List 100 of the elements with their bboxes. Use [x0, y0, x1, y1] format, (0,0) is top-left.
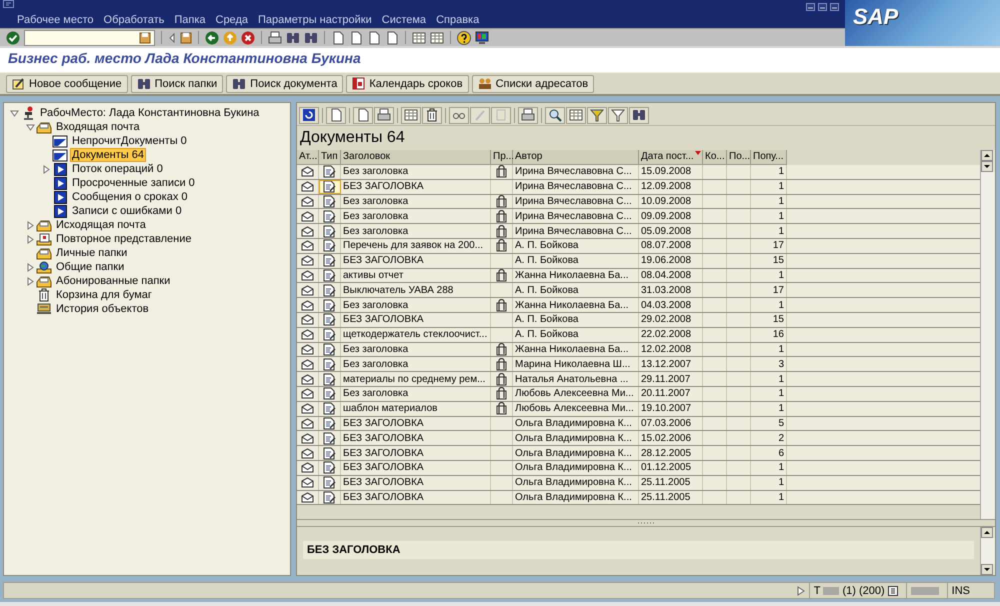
calendar-tray-icon [36, 232, 52, 246]
toolbar-button[interactable] [518, 106, 538, 124]
toolbar-button[interactable] [299, 106, 319, 124]
table-cell: 1 [751, 402, 787, 416]
table-cell: Ирина Вячеславовна С... [513, 209, 639, 224]
toolbar-button[interactable]: Списки адресатов [472, 74, 594, 92]
table-cell: БЕЗ ЗАГОЛОВКА [341, 416, 491, 430]
table-cell: 08.04.2008 [639, 268, 703, 282]
envelope-icon [301, 166, 314, 178]
tree-item[interactable]: Повторное представление [54, 232, 194, 246]
status-field: INS [952, 584, 970, 596]
table-cell: 19.06.2008 [639, 254, 703, 268]
toolbar-button[interactable]: Поиск документа [226, 74, 344, 92]
command-field[interactable] [24, 30, 155, 46]
expand-arrow-icon[interactable] [796, 586, 805, 596]
table-cell: 04.03.2008 [639, 298, 703, 312]
toolbar-button[interactable] [587, 106, 607, 124]
table-cell: 1 [751, 298, 787, 312]
column-header[interactable]: Попу... [751, 150, 787, 165]
envelope-icon [301, 462, 314, 474]
envelope-icon [301, 388, 314, 400]
toolbar-button[interactable] [629, 106, 649, 124]
column-header[interactable]: Дата пост... [639, 150, 703, 165]
tree-item[interactable]: Исходящая почта [54, 218, 148, 232]
toolbar-button[interactable]: Поиск папки [130, 74, 224, 92]
tree-item[interactable]: Личные папки [54, 246, 130, 260]
tree-item[interactable]: Входящая почта [54, 120, 142, 134]
system-menu-icon[interactable] [3, 0, 15, 9]
scroll-down-icon[interactable] [981, 564, 993, 575]
tree-item[interactable]: Общие папки [54, 260, 126, 274]
table-cell: БЕЗ ЗАГОЛОВКА [341, 446, 491, 460]
table-cell: А. П. Бойкова [513, 283, 639, 298]
binoculars-icon [286, 30, 300, 44]
table-cell: Без заголовка [341, 342, 491, 356]
toolbar-button[interactable] [566, 106, 586, 124]
toolbar-button[interactable] [353, 106, 373, 124]
minimize-icon[interactable] [806, 3, 815, 11]
column-header[interactable]: Автор [513, 150, 639, 165]
tree-item[interactable]: Документы 64 [70, 148, 146, 162]
tree-item[interactable]: НепрочитДокументы 0 [70, 134, 189, 148]
toolbar-button[interactable] [449, 106, 469, 124]
menu-item[interactable]: Рабочее место [17, 14, 94, 26]
table-cell: Выключатель УАВА 288 [341, 283, 491, 298]
column-header[interactable]: Ко... [703, 150, 727, 165]
menu-item[interactable]: Обработать [104, 14, 164, 26]
toolbar-button[interactable] [545, 106, 565, 124]
column-header[interactable]: Тип [319, 150, 341, 165]
toolbar-button[interactable]: Новое сообщение [6, 74, 128, 92]
status-field: (1) (200) [842, 584, 885, 596]
table-cell: 16 [751, 328, 787, 342]
calendar-icon [352, 77, 366, 90]
tree-item[interactable]: Просроченные записи 0 [70, 176, 197, 190]
toolbar-button[interactable] [401, 106, 421, 124]
toolbar-button[interactable] [422, 106, 442, 124]
scroll-down-icon[interactable] [981, 161, 993, 172]
tree-item[interactable]: История объектов [54, 302, 151, 316]
table-cell: БЕЗ ЗАГОЛОВКА [341, 476, 491, 490]
table-cell: 15.02.2006 [639, 431, 703, 446]
table-cell: 17 [751, 283, 787, 298]
envelope-icon [301, 300, 314, 311]
menu-item[interactable]: Параметры настройки [258, 14, 372, 26]
document-icon [323, 432, 336, 445]
toolbar-button[interactable]: Календарь сроков [346, 74, 469, 92]
menu-item[interactable]: Система [382, 14, 426, 26]
toolbar-button[interactable] [608, 106, 628, 124]
table-cell: 1 [751, 224, 787, 238]
table-cell: БЕЗ ЗАГОЛОВКА [341, 431, 491, 446]
column-header[interactable]: Пр... [491, 150, 513, 165]
scroll-up-icon[interactable] [981, 527, 993, 538]
tree-item[interactable]: Абонированные папки [54, 274, 172, 288]
envelope-icon [301, 181, 314, 192]
toolbar-button[interactable] [326, 106, 346, 124]
expand-arrow-icon[interactable] [42, 164, 50, 174]
tree-item[interactable]: Поток операций 0 [70, 162, 165, 176]
menu-item[interactable]: Справка [436, 14, 480, 26]
binoculars-plus-icon [304, 30, 318, 44]
scroll-up-icon[interactable] [981, 150, 993, 161]
play-icon [54, 190, 66, 204]
left-arrow-icon[interactable] [168, 32, 176, 42]
table-cell: Жанна Николаевна Ба... [513, 342, 639, 356]
tree-item[interactable]: Сообщения о сроках 0 [70, 190, 190, 204]
envelope-icon [301, 358, 314, 370]
list-title: Документы 64 [300, 129, 405, 147]
printer-icon [377, 108, 391, 122]
status-info-icon[interactable] [888, 586, 898, 596]
column-header[interactable]: Ат... [297, 150, 319, 165]
toolbar-button[interactable] [374, 106, 394, 124]
blurred-text [823, 586, 840, 594]
document-icon [323, 328, 336, 342]
printer-icon [521, 108, 535, 122]
menu-item[interactable]: Папка [174, 14, 206, 26]
tree-item[interactable]: Корзина для бумаг [54, 288, 154, 302]
column-header[interactable]: По... [727, 150, 751, 165]
envelope-icon [301, 477, 314, 488]
menu-item[interactable]: Среда [216, 14, 248, 26]
tray-icon [36, 246, 52, 260]
column-header[interactable]: Заголовок [341, 150, 491, 165]
table-cell: 1 [751, 342, 787, 356]
tree-item[interactable]: Записи с ошибками 0 [70, 204, 184, 218]
tree-item[interactable]: РабочМесто: Лада Константиновна Букина [38, 106, 262, 120]
